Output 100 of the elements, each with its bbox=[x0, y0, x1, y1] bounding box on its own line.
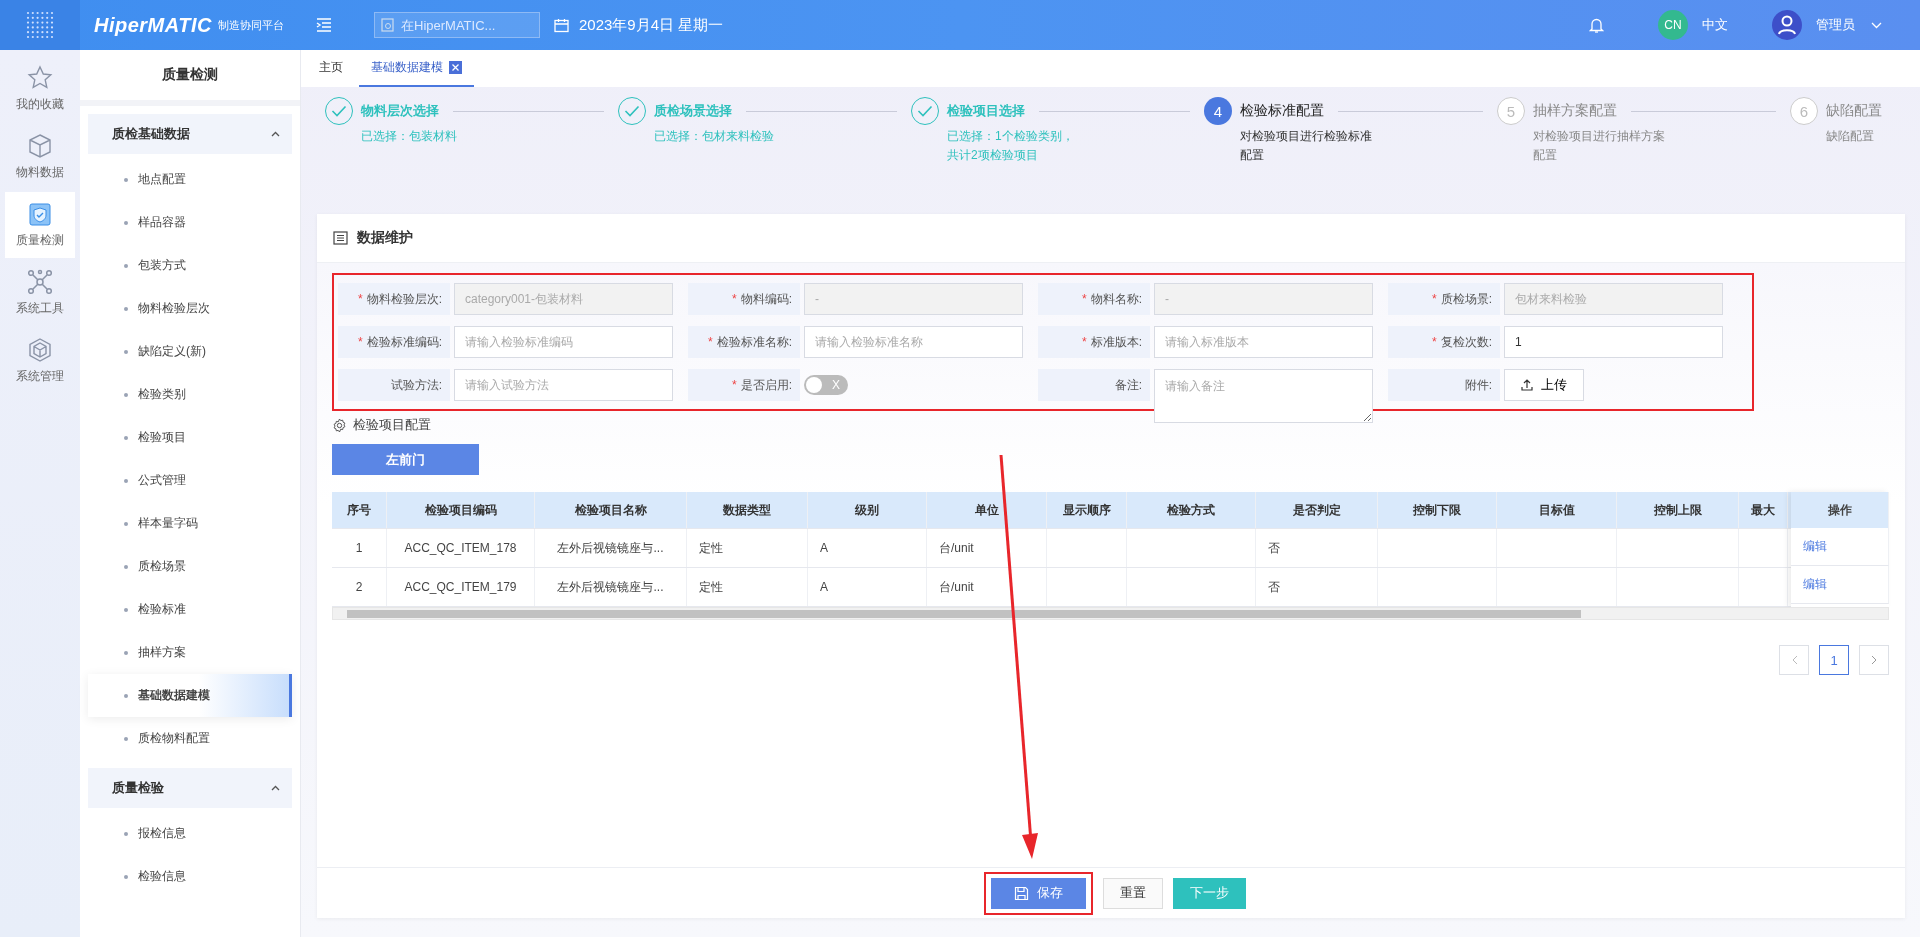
search-input[interactable]: 在HiperMATIC... bbox=[399, 16, 531, 34]
table-cell: 左外后视镜镜座与... bbox=[535, 529, 687, 567]
table-cell: A bbox=[808, 529, 927, 567]
column-header: 检验项目名称 bbox=[535, 492, 687, 528]
edit-link[interactable]: 编辑 bbox=[1803, 538, 1827, 555]
sidebar-item[interactable]: 检验信息 bbox=[88, 855, 292, 898]
rail-label: 物料数据 bbox=[16, 164, 64, 181]
sidebar-item[interactable]: 样品容器 bbox=[88, 201, 292, 244]
notes-field[interactable]: 请输入备注 bbox=[1154, 369, 1373, 423]
edit-link[interactable]: 编辑 bbox=[1803, 576, 1827, 593]
step-title: 检验项目选择 bbox=[947, 102, 1025, 120]
table-cell: 否 bbox=[1256, 568, 1378, 606]
column-header: 序号 bbox=[332, 492, 387, 528]
rail-label: 系统工具 bbox=[16, 300, 64, 317]
sidebar-item[interactable]: 检验类别 bbox=[88, 373, 292, 416]
table-cell: 否 bbox=[1256, 529, 1378, 567]
sidebar-item[interactable]: 包装方式 bbox=[88, 244, 292, 287]
shield-clipboard-icon bbox=[27, 201, 53, 227]
save-icon bbox=[1014, 885, 1029, 901]
column-header: 级别 bbox=[808, 492, 927, 528]
step-number: 4 bbox=[1204, 97, 1232, 125]
search-field[interactable]: 在HiperMATIC... bbox=[374, 12, 540, 38]
sidebar-item[interactable]: 抽样方案 bbox=[88, 631, 292, 674]
gear-icon bbox=[332, 417, 347, 433]
sidebar-item[interactable]: 质检物料配置 bbox=[88, 717, 292, 760]
rail-item[interactable]: 我的收藏 bbox=[5, 56, 75, 122]
step-number: 5 bbox=[1497, 97, 1525, 125]
page-tab[interactable]: 基础数据建模 bbox=[359, 50, 474, 87]
horizontal-scrollbar[interactable] bbox=[332, 607, 1889, 620]
text-field[interactable]: 请输入标准版本 bbox=[1154, 326, 1373, 358]
step-number: 6 bbox=[1790, 97, 1818, 125]
date-text: 2023年9月4日 星期一 bbox=[579, 15, 724, 35]
user-avatar-icon[interactable] bbox=[1772, 10, 1802, 40]
group-label: 质检基础数据 bbox=[112, 125, 190, 143]
save-button[interactable]: 保存 bbox=[991, 877, 1086, 909]
text-field[interactable]: 请输入检验标准名称 bbox=[804, 326, 1023, 358]
sidebar-item[interactable]: 检验项目 bbox=[88, 416, 292, 459]
sidebar-item[interactable]: 检验标准 bbox=[88, 588, 292, 631]
chevron-down-icon[interactable] bbox=[1871, 21, 1882, 29]
sidebar-item[interactable]: 报检信息 bbox=[88, 812, 292, 855]
brand-logo: HiperMATIC bbox=[94, 13, 212, 37]
field-label: 检验标准名称: bbox=[716, 333, 792, 351]
required-mark: * bbox=[1082, 292, 1087, 306]
table-cell: ACC_QC_ITEM_178 bbox=[387, 529, 535, 567]
table-cell: A bbox=[808, 568, 927, 606]
menu-icon[interactable] bbox=[316, 18, 332, 32]
column-header: 目标值 bbox=[1497, 492, 1617, 528]
column-header: 控制上限 bbox=[1617, 492, 1739, 528]
page-number[interactable]: 1 bbox=[1819, 645, 1849, 675]
group-button[interactable]: 左前门 bbox=[332, 444, 479, 475]
reset-button[interactable]: 重置 bbox=[1103, 877, 1163, 909]
column-header: 操作 bbox=[1791, 492, 1889, 528]
menu-group-header[interactable]: 质量检验 bbox=[88, 768, 292, 808]
text-field[interactable]: 请输入检验标准编码 bbox=[454, 326, 673, 358]
field-label: 是否启用: bbox=[740, 376, 792, 394]
field-label: 物料编码: bbox=[740, 290, 792, 308]
step-description: 缺陷配置 bbox=[1826, 128, 1875, 145]
rail-item[interactable]: 系统管理 bbox=[5, 328, 75, 394]
upload-button[interactable]: 上传 bbox=[1504, 369, 1584, 401]
required-mark: * bbox=[732, 292, 737, 306]
sidebar-item[interactable]: 地点配置 bbox=[88, 158, 292, 201]
hexagon-icon bbox=[27, 337, 53, 363]
field-label: 检验标准编码: bbox=[366, 333, 442, 351]
column-header: 检验方式 bbox=[1127, 492, 1256, 528]
sidebar-item[interactable]: 公式管理 bbox=[88, 459, 292, 502]
required-mark: * bbox=[732, 378, 737, 392]
rail-item[interactable]: 物料数据 bbox=[5, 124, 75, 190]
text-field[interactable]: 请输入试验方法 bbox=[454, 369, 673, 401]
close-icon[interactable] bbox=[449, 61, 462, 74]
required-mark: * bbox=[1082, 335, 1087, 349]
rail-item[interactable]: 系统工具 bbox=[5, 260, 75, 326]
step-description: 对检验项目进行抽样方案配置 bbox=[1533, 128, 1665, 164]
sidebar-item[interactable]: 物料检验层次 bbox=[88, 287, 292, 330]
page-tab[interactable]: 主页 bbox=[313, 50, 349, 87]
field-label: 复检次数: bbox=[1440, 333, 1492, 351]
sidebar-item[interactable]: 缺陷定义(新) bbox=[88, 330, 292, 373]
bell-icon[interactable] bbox=[1589, 17, 1604, 33]
calendar-icon bbox=[554, 17, 569, 33]
required-mark: * bbox=[1432, 292, 1437, 306]
table-cell: 左外后视镜镜座与... bbox=[535, 568, 687, 606]
chevron-left-icon bbox=[1790, 655, 1798, 665]
sidebar-item[interactable]: 基础数据建模 bbox=[88, 674, 292, 717]
field-label: 标准版本: bbox=[1090, 333, 1142, 351]
table-cell: 1 bbox=[332, 529, 387, 567]
rail-item[interactable]: 质量检测 bbox=[5, 192, 75, 258]
column-header: 最大 bbox=[1739, 492, 1788, 528]
sidebar-item[interactable]: 样本量字码 bbox=[88, 502, 292, 545]
text-field[interactable]: 1 bbox=[1504, 326, 1723, 358]
list-icon bbox=[333, 231, 348, 245]
rail-label: 质量检测 bbox=[16, 232, 64, 249]
sidebar-item[interactable]: 质检场景 bbox=[88, 545, 292, 588]
step-title: 检验标准配置 bbox=[1240, 102, 1324, 120]
menu-group-header[interactable]: 质检基础数据 bbox=[88, 114, 292, 154]
brand-subtitle: 制造协同平台 bbox=[217, 17, 284, 33]
field-label: 附件: bbox=[1464, 376, 1492, 394]
table-cell: 2 bbox=[332, 568, 387, 606]
step-description: 已选择：1个检验类别，共计2项检验项目 bbox=[947, 128, 1075, 164]
section-title: 检验项目配置 bbox=[353, 416, 431, 434]
field-label: 备注: bbox=[1114, 376, 1142, 394]
required-mark: * bbox=[358, 292, 363, 306]
